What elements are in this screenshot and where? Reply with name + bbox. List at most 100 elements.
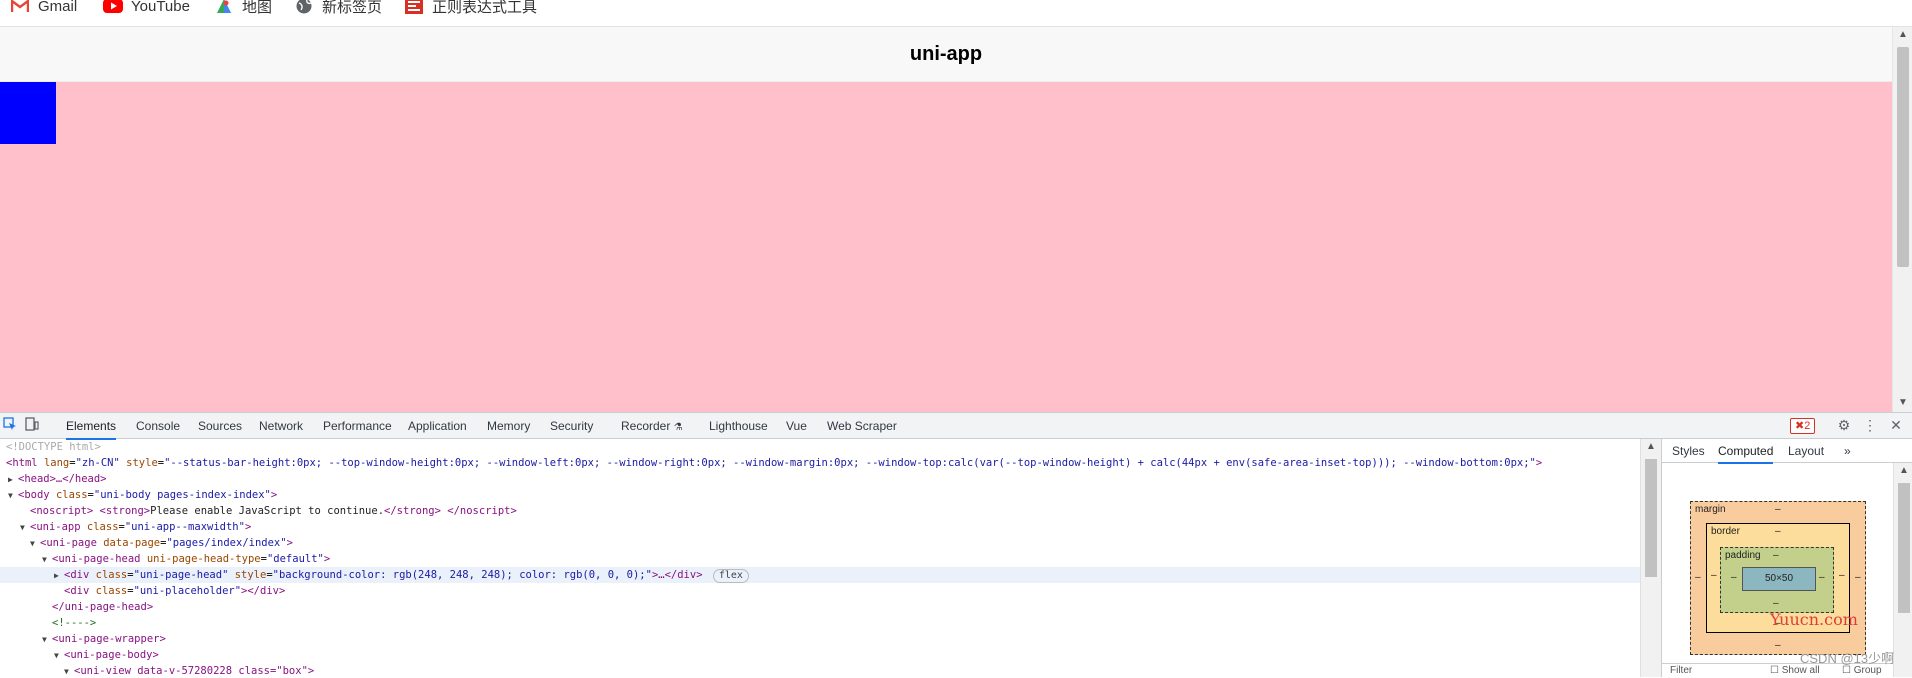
border-label: border	[1711, 526, 1740, 537]
padding-left-value: –	[1731, 572, 1737, 583]
bookmark-new-tab[interactable]: 新标签页	[294, 0, 382, 18]
app-viewport: uni-app	[0, 27, 1892, 412]
padding-top-value: –	[1773, 550, 1779, 561]
more-options-icon[interactable]: ⋮	[1862, 417, 1878, 433]
flex-badge[interactable]: flex	[712, 569, 749, 583]
device-toolbar-icon[interactable]	[24, 417, 40, 433]
margin-left-value: –	[1695, 572, 1701, 583]
margin-label: margin	[1695, 504, 1726, 515]
sidebar-tabs: Styles Computed Layout »	[1662, 439, 1912, 464]
collapse-triangle-icon[interactable]: ▼	[54, 648, 64, 664]
bookmark-youtube[interactable]: YouTube	[103, 0, 190, 18]
styles-sidebar: Styles Computed Layout » margin – – – – …	[1661, 439, 1912, 677]
youtube-icon	[103, 0, 123, 15]
collapse-triangle-icon[interactable]: ▼	[42, 552, 52, 568]
tab-web-scraper[interactable]: Web Scraper	[827, 413, 897, 438]
tab-performance[interactable]: Performance	[323, 413, 392, 438]
padding-bottom-value: –	[1773, 598, 1779, 609]
collapse-triangle-icon[interactable]: ▼	[8, 488, 18, 504]
maps-icon	[214, 0, 234, 15]
scroll-up-arrow-icon[interactable]: ▲	[1899, 465, 1909, 476]
content-size: 50×50	[1764, 573, 1794, 584]
dom-line-page-body[interactable]: ▼ <uni-page-body>	[0, 647, 1640, 663]
tab-network[interactable]: Network	[259, 413, 303, 438]
bookmark-label: 地图	[242, 0, 273, 16]
dom-line-comment[interactable]: <!---->	[0, 615, 1640, 631]
dom-tree: <!DOCTYPE html> <html lang="zh-CN" style…	[0, 439, 1640, 677]
flask-icon: ⚗	[673, 422, 683, 433]
globe-icon	[294, 0, 314, 15]
border-right-value: –	[1839, 570, 1845, 581]
expand-triangle-icon[interactable]: ▶	[54, 568, 64, 584]
bookmark-label: YouTube	[131, 0, 190, 15]
scrollbar-thumb[interactable]	[1898, 483, 1910, 613]
bookmark-gmail[interactable]: Gmail	[10, 0, 77, 18]
tab-application[interactable]: Application	[408, 413, 467, 438]
box-model-content[interactable]: 50×50	[1742, 567, 1816, 591]
sidebar-scrollbar[interactable]: ▲	[1893, 463, 1912, 677]
uni-page-head: uni-app	[0, 27, 1892, 82]
error-count: 2	[1804, 420, 1811, 432]
dom-line-placeholder[interactable]: <div class="uni-placeholder"></div>	[0, 583, 1640, 599]
devtools-toolbar: Elements Console Sources Network Perform…	[0, 413, 1912, 440]
tab-computed[interactable]: Computed	[1718, 439, 1774, 464]
dom-line-uni-app[interactable]: ▼ <uni-app class="uni-app--maxwidth">	[0, 519, 1640, 535]
tab-console[interactable]: Console	[136, 413, 180, 438]
expand-triangle-icon[interactable]: ▶	[8, 472, 18, 488]
page-scrollbar[interactable]: ▲ ▼	[1892, 27, 1912, 412]
csdn-watermark: CSDN @13少啊	[1800, 651, 1895, 666]
tab-lighthouse[interactable]: Lighthouse	[709, 413, 768, 438]
tab-memory[interactable]: Memory	[487, 413, 530, 438]
border-left-value: –	[1711, 570, 1717, 581]
dom-line-doctype[interactable]: <!DOCTYPE html>	[0, 439, 1640, 455]
dom-line-html[interactable]: <html lang="zh-CN" style="--status-bar-h…	[0, 455, 1640, 471]
filter-input[interactable]: Filter	[1670, 665, 1692, 676]
border-top-value: –	[1775, 526, 1781, 537]
dom-line-uni-page-head[interactable]: ▼ <uni-page-head uni-page-head-type="defa…	[0, 551, 1640, 567]
tab-layout[interactable]: Layout	[1788, 439, 1824, 462]
margin-bottom-value: –	[1775, 640, 1781, 651]
error-count-badge[interactable]: ✖2	[1790, 418, 1816, 434]
dom-line-uni-view[interactable]: ▼ <uni-view data-v-57280228 class="box">	[0, 663, 1640, 677]
bookmark-maps[interactable]: 地图	[214, 0, 272, 18]
tab-styles[interactable]: Styles	[1672, 439, 1705, 462]
dom-line-noscript[interactable]: <noscript> <strong>Please enable JavaScr…	[0, 503, 1640, 519]
more-tabs-chevron-icon[interactable]: »	[1844, 439, 1851, 462]
blue-box	[0, 82, 56, 144]
collapse-triangle-icon[interactable]: ▼	[20, 520, 30, 536]
collapse-triangle-icon[interactable]: ▼	[30, 536, 40, 552]
inspect-element-icon[interactable]	[2, 417, 18, 433]
collapse-triangle-icon[interactable]: ▼	[42, 632, 52, 648]
dom-line-head[interactable]: ▶ <head>…</head>	[0, 471, 1640, 487]
collapse-triangle-icon[interactable]: ▼	[64, 664, 74, 677]
scroll-down-arrow-icon[interactable]: ▼	[1898, 397, 1908, 408]
padding-label: padding	[1725, 550, 1761, 561]
dom-line-uni-page[interactable]: ▼ <uni-page data-page="pages/index/index"…	[0, 535, 1640, 551]
bookmarks-bar: Gmail YouTube 地图 新标签页 正则表达式工具	[0, 0, 1912, 27]
error-icon: ✖	[1795, 420, 1805, 432]
tab-vue[interactable]: Vue	[786, 413, 807, 438]
margin-top-value: –	[1775, 504, 1781, 515]
dom-line-page-wrapper[interactable]: ▼ <uni-page-wrapper>	[0, 631, 1640, 647]
bookmark-regex-tool[interactable]: 正则表达式工具	[404, 0, 537, 18]
tab-elements[interactable]: Elements	[66, 413, 117, 440]
margin-right-value: –	[1855, 572, 1861, 583]
tab-sources[interactable]: Sources	[198, 413, 242, 438]
dom-tree-scrollbar[interactable]: ▲	[1640, 439, 1661, 677]
tab-recorder[interactable]: Recorder ⚗	[621, 413, 683, 438]
scrollbar-thumb[interactable]	[1645, 459, 1657, 577]
padding-right-value: –	[1819, 572, 1825, 583]
page-title: uni-app	[909, 42, 983, 65]
bookmark-label: 正则表达式工具	[432, 0, 538, 16]
scroll-up-arrow-icon[interactable]: ▲	[1898, 29, 1908, 40]
scrollbar-thumb[interactable]	[1897, 47, 1909, 267]
tab-security[interactable]: Security	[550, 413, 593, 438]
scroll-up-arrow-icon[interactable]: ▲	[1646, 441, 1656, 452]
settings-gear-icon[interactable]: ⚙	[1836, 417, 1852, 433]
tab-label: Recorder	[621, 419, 671, 433]
dom-line-body[interactable]: ▼ <body class="uni-body pages-index-index…	[0, 487, 1640, 503]
bookmark-label: 新标签页	[322, 0, 383, 16]
dom-line-page-head-close[interactable]: </uni-page-head>	[0, 599, 1640, 615]
close-devtools-icon[interactable]: ✕	[1888, 417, 1904, 433]
dom-line-page-head-div-selected[interactable]: ▶ <div class="uni-page-head" style="backg…	[0, 567, 1640, 583]
